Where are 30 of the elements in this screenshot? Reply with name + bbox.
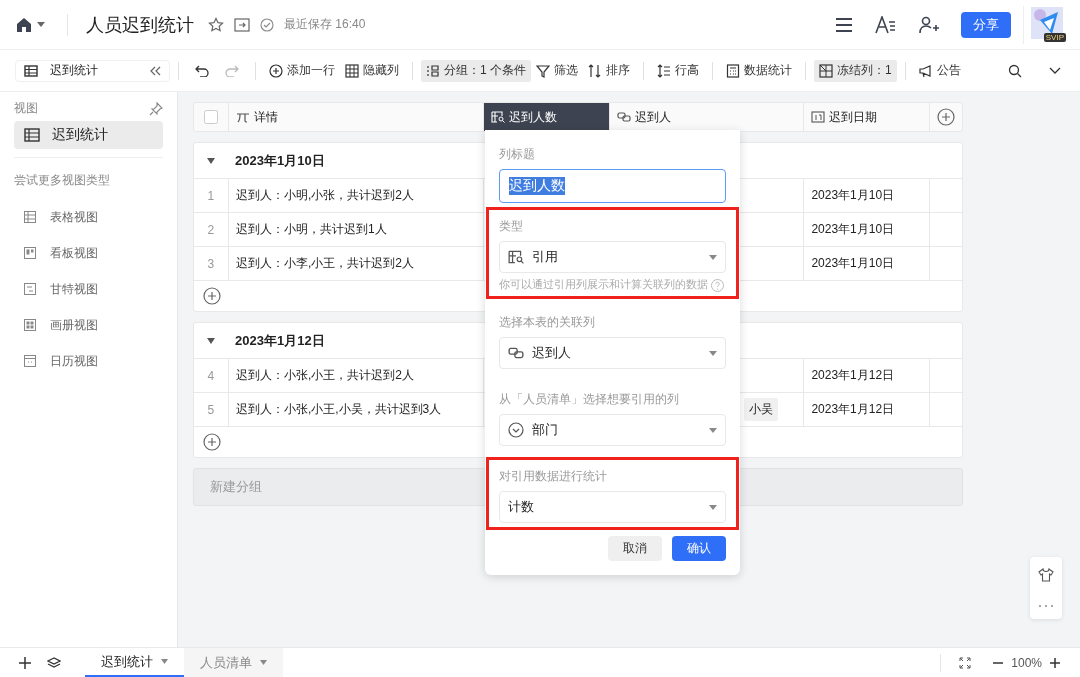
table-cell: 迟到人：小明,小张，共计迟到2人 xyxy=(228,179,485,212)
table-cell: 2023年1月12日 xyxy=(804,393,931,426)
table-cell: 迟到人：小张,小王，共计迟到2人 xyxy=(228,359,485,392)
table-cell: 迟到人：小明，共计迟到1人 xyxy=(228,213,485,246)
section-heading: 视图 xyxy=(14,100,38,117)
zoom-level: 100% xyxy=(1011,655,1042,670)
row-number: 5 xyxy=(194,393,229,426)
person-tag: 小吴 xyxy=(744,398,779,421)
table-cell: 2023年1月12日 xyxy=(804,359,931,392)
table-cell: 2023年1月10日 xyxy=(804,213,931,246)
field-label: 类型 xyxy=(499,218,524,235)
row-number: 3 xyxy=(194,247,229,280)
table-cell: 迟到人：小张,小王,小吴，共计迟到3人 xyxy=(228,393,485,426)
table-cell: 2023年1月10日 xyxy=(804,179,931,212)
field-label: 从「人员清单」选择想要引用的列 xyxy=(499,391,680,408)
table-cell: 迟到人：小李,小王，共计迟到2人 xyxy=(228,247,485,280)
help-text: 你可以通过引用列展示和计算关联列的数据 xyxy=(499,278,708,292)
section-heading: 尝试更多视图类型 xyxy=(14,172,111,189)
group-title: 2023年1月12日 xyxy=(235,331,325,350)
row-number: 2 xyxy=(194,213,229,246)
row-number: 1 xyxy=(194,179,229,212)
field-label: 列标题 xyxy=(498,146,536,163)
save-status: 最近保存 16:40 xyxy=(284,16,366,33)
svip-badge: SVIP xyxy=(1043,32,1066,42)
group-title: 2023年1月10日 xyxy=(235,151,325,170)
document-title: 人员迟到统计 xyxy=(86,13,194,37)
field-label: 选择本表的关联列 xyxy=(499,314,596,331)
field-label: 对引用数据进行统计 xyxy=(499,468,608,485)
table-cell: 2023年1月10日 xyxy=(804,247,931,280)
row-number: 4 xyxy=(194,359,229,392)
